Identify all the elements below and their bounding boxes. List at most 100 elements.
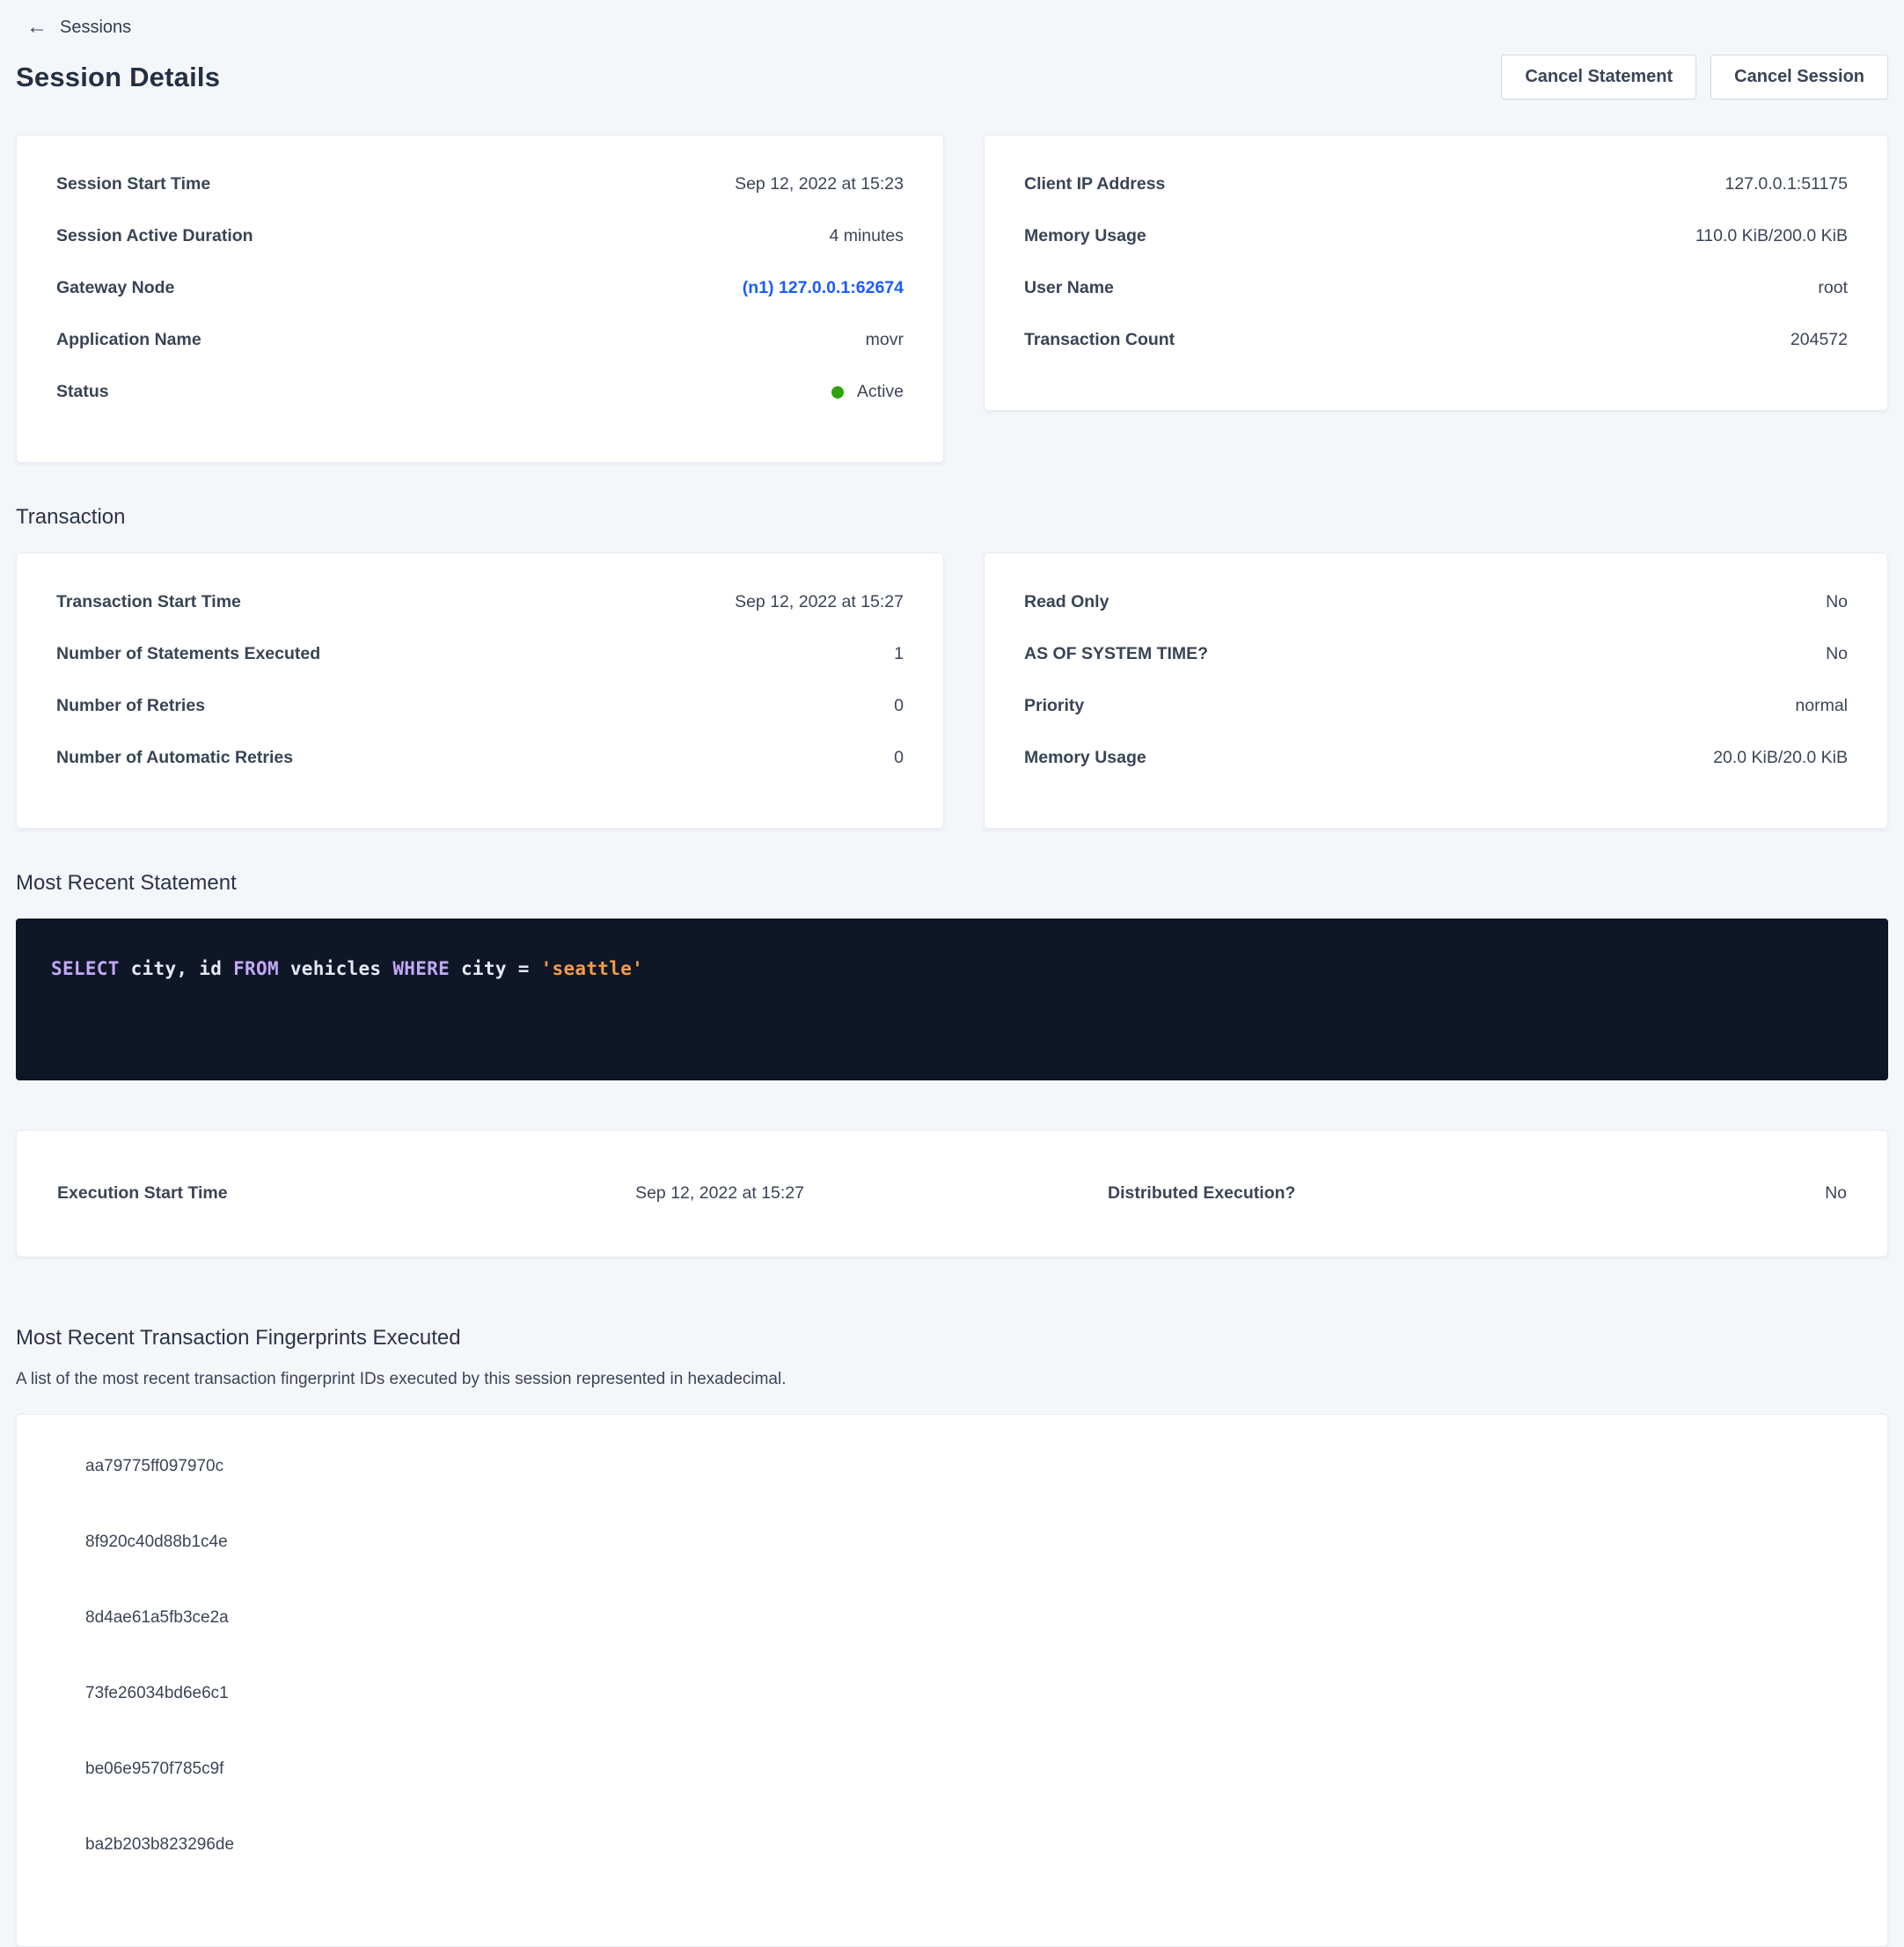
title-row: Session Details Cancel Statement Cancel …: [16, 55, 1888, 99]
sql-token: vehicles: [279, 958, 392, 979]
cancel-statement-button[interactable]: Cancel Statement: [1501, 55, 1696, 99]
sql-token: FROM: [233, 958, 279, 979]
summary-label: Application Name: [56, 327, 201, 353]
sql-token: 'seattle': [541, 958, 644, 979]
summary-value-text: Active: [857, 379, 904, 405]
summary-value: Sep 12, 2022 at 15:27: [735, 589, 904, 615]
fingerprint-id: 8d4ae61a5fb3ce2a: [85, 1607, 1847, 1629]
summary-value: root: [1818, 275, 1848, 301]
summary-value-text: 127.0.0.1:51175: [1725, 172, 1848, 197]
summary-value-text: (n1) 127.0.0.1:62674: [743, 275, 904, 301]
summary-row: Client IP Address 127.0.0.1:51175: [1024, 158, 1848, 210]
summary-value: 0: [894, 693, 904, 719]
statement-execution-card: Execution Start Time Sep 12, 2022 at 15:…: [16, 1130, 1888, 1257]
summary-label: Session Active Duration: [56, 223, 253, 249]
back-link-label: Sessions: [60, 18, 131, 38]
fingerprint-id: be06e9570f785c9f: [85, 1758, 1847, 1781]
summary-row: User Name root: [1024, 262, 1848, 314]
summary-row: Transaction Start Time Sep 12, 2022 at 1…: [56, 576, 904, 628]
distributed-execution-value: No: [1295, 1181, 1847, 1206]
fingerprint-id: 73fe26034bd6e6c1: [85, 1682, 1847, 1705]
summary-row: Memory Usage 110.0 KiB/200.0 KiB: [1024, 210, 1848, 262]
summary-row: Gateway Node (n1) 127.0.0.1:62674: [56, 262, 904, 314]
transaction-section-heading: Transaction: [16, 505, 1888, 530]
summary-row: Read Only No: [1024, 576, 1848, 628]
fingerprint-list: aa79775ff097970c 8f920c40d88b1c4e 8d4ae6…: [85, 1455, 1847, 1856]
summary-row: Number of Retries 0: [56, 680, 904, 732]
sql-token: WHERE: [392, 958, 450, 979]
fingerprint-id: ba2b203b823296de: [85, 1834, 1847, 1856]
sql-token: city =: [450, 958, 541, 979]
summary-row: Status Active: [56, 366, 904, 418]
summary-value: normal: [1795, 693, 1848, 719]
execution-start-time-value: Sep 12, 2022 at 15:27: [606, 1181, 804, 1206]
session-details-page: ← Sessions Session Details Cancel Statem…: [0, 0, 1904, 1947]
summary-label: Number of Retries: [56, 693, 205, 719]
summary-label: Transaction Count: [1024, 327, 1175, 353]
action-buttons: Cancel Statement Cancel Session: [1501, 55, 1888, 99]
summary-label: Status: [56, 379, 109, 405]
summary-label: Number of Statements Executed: [56, 641, 320, 667]
summary-row: Application Name movr: [56, 314, 904, 366]
fingerprint-id: aa79775ff097970c: [85, 1455, 1847, 1478]
summary-value-text: movr: [866, 327, 904, 353]
summary-label: Number of Automatic Retries: [56, 745, 293, 771]
summary-label: Read Only: [1024, 589, 1109, 615]
summary-value-text: 20.0 KiB/20.0 KiB: [1713, 745, 1848, 771]
summary-value: No: [1826, 641, 1848, 667]
summary-label: Session Start Time: [56, 172, 210, 197]
summary-value: 127.0.0.1:51175: [1725, 172, 1848, 197]
summary-label: Transaction Start Time: [56, 589, 241, 615]
summary-row: AS OF SYSTEM TIME? No: [1024, 628, 1848, 680]
summary-value-text: normal: [1795, 693, 1848, 719]
fingerprints-section-heading: Most Recent Transaction Fingerprints Exe…: [16, 1326, 1888, 1350]
transaction-card-right: Read Only No AS OF SYSTEM TIME? No Prior…: [984, 553, 1888, 829]
summary-row: Priority normal: [1024, 680, 1848, 732]
statement-section-heading: Most Recent Statement: [16, 871, 1888, 896]
summary-value-text: 0: [894, 693, 904, 719]
summary-row: Session Start Time Sep 12, 2022 at 15:23: [56, 158, 904, 210]
fingerprint-id: 8f920c40d88b1c4e: [85, 1531, 1847, 1554]
summary-value: 20.0 KiB/20.0 KiB: [1713, 745, 1848, 771]
summary-value: 110.0 KiB/200.0 KiB: [1695, 223, 1848, 249]
summary-value: 4 minutes: [829, 223, 904, 249]
summary-value: 0: [894, 745, 904, 771]
summary-label: Priority: [1024, 693, 1084, 719]
summary-label: AS OF SYSTEM TIME?: [1024, 641, 1208, 667]
summary-row: Memory Usage 20.0 KiB/20.0 KiB: [1024, 732, 1848, 784]
session-summary-card-left: Session Start Time Sep 12, 2022 at 15:23…: [16, 135, 944, 463]
summary-value: 204572: [1790, 327, 1848, 353]
summary-value-text: 4 minutes: [829, 223, 904, 249]
fingerprints-description: A list of the most recent transaction fi…: [16, 1368, 1888, 1391]
summary-row: Number of Automatic Retries 0: [56, 732, 904, 784]
status-dot-icon: [831, 386, 844, 399]
summary-row: Transaction Count 204572: [1024, 314, 1848, 366]
fingerprints-card: aa79775ff097970c 8f920c40d88b1c4e 8d4ae6…: [16, 1414, 1888, 1947]
sql-statement-box: SELECT city, id FROM vehicles WHERE city…: [16, 919, 1888, 1080]
transaction-card-left: Transaction Start Time Sep 12, 2022 at 1…: [16, 553, 944, 829]
summary-value: Active: [831, 379, 904, 405]
back-arrow-icon: ←: [26, 17, 48, 38]
sql-token: city, id: [120, 958, 233, 979]
summary-value-text: 204572: [1790, 327, 1848, 353]
summary-value: movr: [866, 327, 904, 353]
summary-value-text: 1: [894, 641, 904, 667]
summary-value-text: root: [1818, 275, 1848, 301]
sql-token: SELECT: [51, 958, 120, 979]
summary-value-text: No: [1826, 641, 1848, 667]
summary-value-text: 0: [894, 745, 904, 771]
summary-label: Memory Usage: [1024, 745, 1146, 771]
session-summary-card-right: Client IP Address 127.0.0.1:51175 Memory…: [984, 135, 1888, 411]
execution-start-time-label: Execution Start Time: [57, 1181, 606, 1206]
summary-label: User Name: [1024, 275, 1114, 301]
cancel-session-button[interactable]: Cancel Session: [1710, 55, 1888, 99]
summary-value: 1: [894, 641, 904, 667]
summary-row: Session Active Duration 4 minutes: [56, 210, 904, 262]
back-link[interactable]: ← Sessions: [16, 14, 1888, 40]
summary-label: Memory Usage: [1024, 223, 1146, 249]
summary-value-text: Sep 12, 2022 at 15:23: [735, 172, 904, 197]
summary-label: Gateway Node: [56, 275, 174, 301]
summary-value-text: 110.0 KiB/200.0 KiB: [1695, 223, 1848, 249]
summary-value: (n1) 127.0.0.1:62674: [743, 275, 904, 301]
summary-row: Number of Statements Executed 1: [56, 628, 904, 680]
